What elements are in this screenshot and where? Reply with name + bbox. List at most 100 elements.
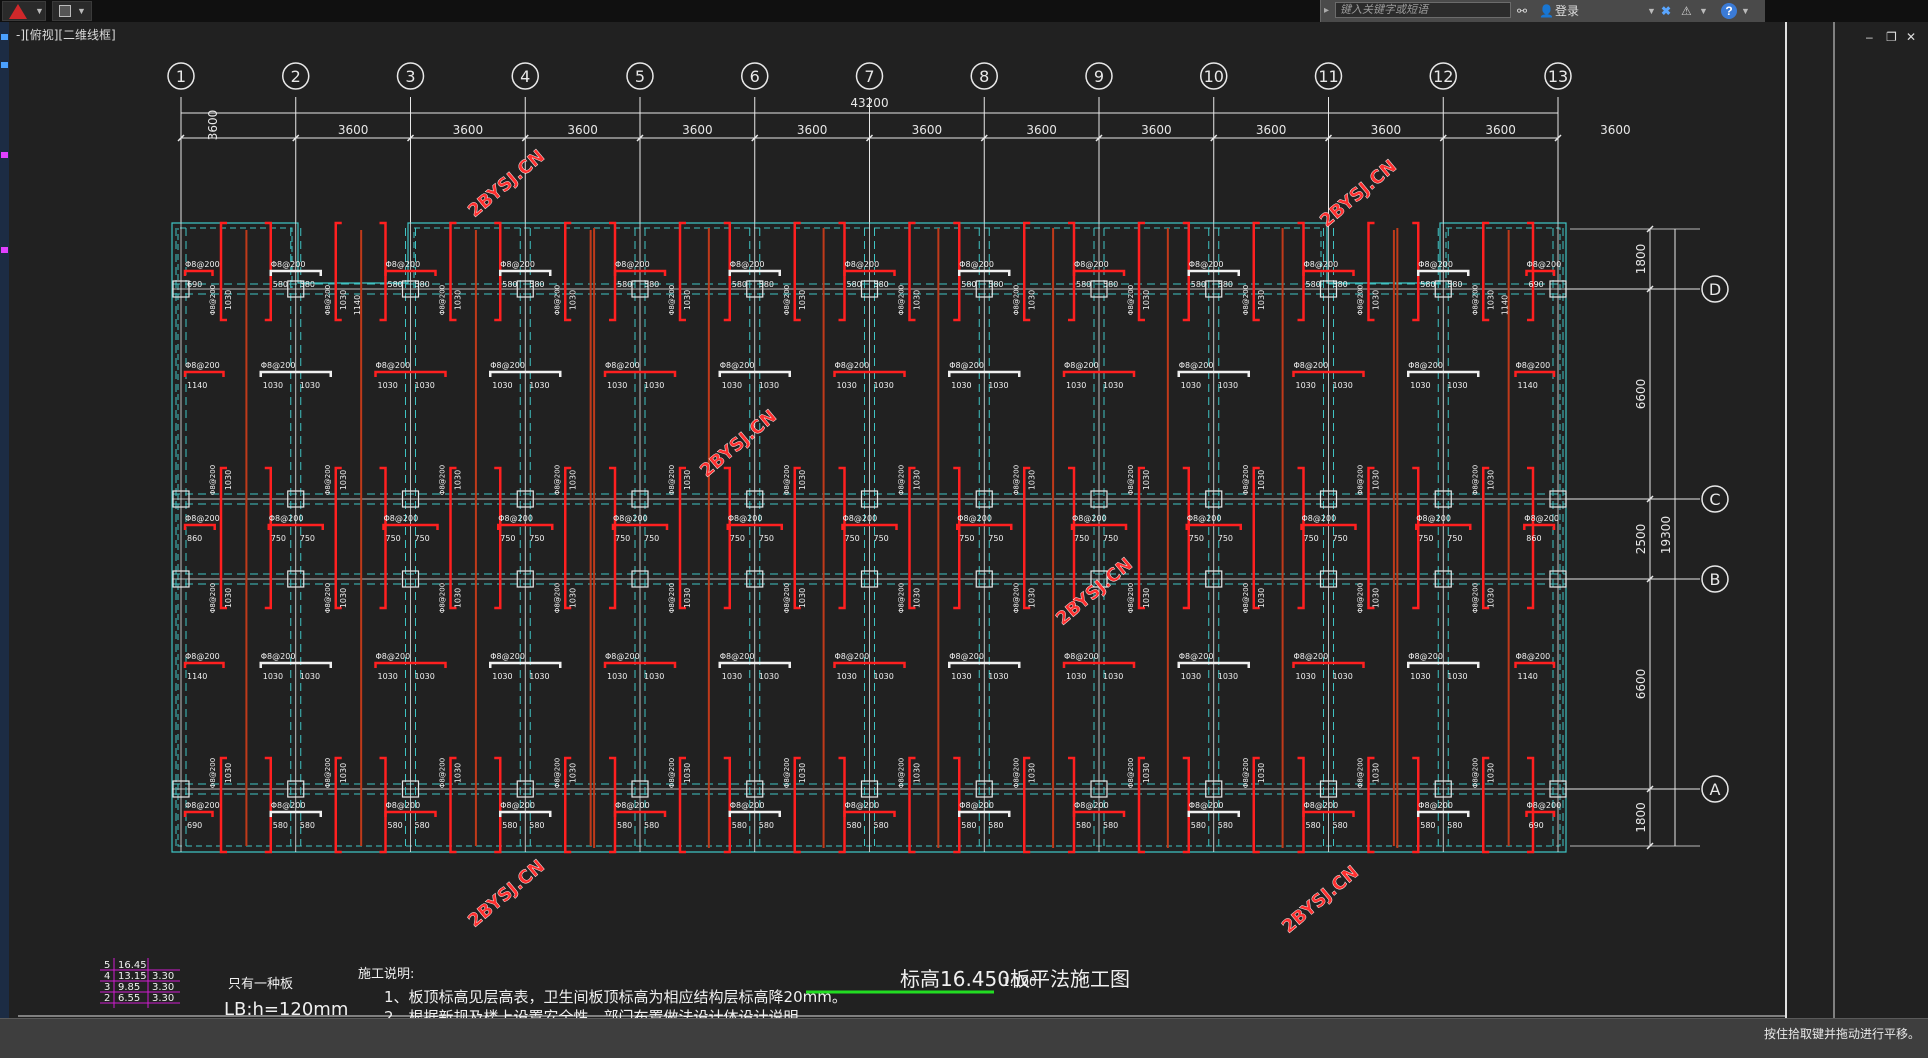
rebar-length: 1030	[339, 588, 348, 608]
rebar-length: 750	[1333, 534, 1348, 543]
rebar-length: 750	[1304, 534, 1319, 543]
rebar-length: 1030	[378, 381, 398, 390]
drawing-scale: 1:100	[1002, 975, 1037, 989]
rebar-length: 580	[1103, 821, 1118, 830]
search-input[interactable]	[1335, 2, 1511, 18]
rebar-spec: Φ8@200	[1179, 652, 1214, 661]
rebar-spec: Φ8@200	[1187, 514, 1222, 523]
rebar-length: 1030	[224, 588, 233, 608]
rebar-length: 580	[529, 280, 544, 289]
login-button[interactable]: 登录	[1555, 3, 1579, 19]
rebar-spec: Φ8@200	[1357, 285, 1365, 315]
rebar-length: 580	[1218, 280, 1233, 289]
exchange-icon[interactable]: ✖	[1661, 3, 1671, 19]
rebar-length: 1030	[568, 588, 577, 608]
rebar-spec: Φ8@200	[500, 260, 535, 269]
rebar-length: 1030	[1103, 381, 1123, 390]
rebar-length: 580	[732, 821, 747, 830]
rebar-spec: Φ8@200	[615, 801, 650, 810]
rebar-spec: Φ8@200	[376, 652, 411, 661]
dimension-span: 3600	[1600, 123, 1631, 137]
rebar-length: 1030	[951, 381, 971, 390]
rebar-length: 580	[644, 280, 659, 289]
chevron-down-icon[interactable]: ▼	[1741, 3, 1750, 19]
rebar-spec: Φ8@200	[720, 361, 755, 370]
rebar-top	[183, 269, 214, 276]
dimension-span: 3600	[1141, 123, 1172, 137]
rebar-length: 1030	[1410, 672, 1430, 681]
rebar-length: 580	[732, 280, 747, 289]
rebar-length: 750	[500, 534, 515, 543]
binoculars-icon[interactable]: ⚯	[1517, 3, 1527, 19]
rebar-length: 580	[847, 821, 862, 830]
rebar-length: 580	[273, 280, 288, 289]
rebar-length: 580	[644, 821, 659, 830]
dimension-span: 6600	[1634, 669, 1648, 700]
rebar-length: 1030	[607, 381, 627, 390]
rebar-length: 1030	[263, 381, 283, 390]
rebar-length: 1030	[1218, 381, 1238, 390]
rebar-spec: Φ8@200	[209, 758, 217, 788]
help-icon[interactable]: ?	[1721, 3, 1737, 19]
rebar-length: 1030	[1333, 381, 1353, 390]
table-elevation: 16.45	[118, 960, 147, 971]
rebar-length: 750	[845, 534, 860, 543]
rebar-length: 750	[415, 534, 430, 543]
rebar-length: 860	[1526, 534, 1541, 543]
rebar-length: 1030	[415, 381, 435, 390]
dimension-span: 2500	[1634, 524, 1648, 555]
rebar-spec: Φ8@200	[949, 652, 984, 661]
axis-number: 5	[635, 67, 645, 86]
dimension-span: 3600	[206, 110, 220, 141]
drawing-canvas[interactable]: 1 2 3 4 5 6 7 8 9 10 11 12 13432003600 3600 3600 3600 36…	[0, 22, 1928, 1018]
axis-letter: D	[1709, 280, 1721, 299]
rebar-spec: Φ8@200	[845, 801, 880, 810]
rebar-spec: Φ8@200	[1294, 361, 1329, 370]
rebar-length: 1030	[454, 763, 463, 783]
rebar-length: 750	[959, 534, 974, 543]
rebar-spec: Φ8@200	[668, 285, 676, 315]
rebar-spec: Φ8@200	[730, 801, 765, 810]
rebar-spec: Φ8@200	[1471, 285, 1479, 315]
application-menu-button[interactable]: ▼	[2, 1, 46, 21]
rebar-spec: Φ8@200	[209, 465, 217, 495]
rebar-length: 1030	[798, 290, 807, 310]
rebar-length: 1140	[187, 672, 207, 681]
rebar-spec: Φ8@200	[324, 465, 332, 495]
rebar-top	[183, 370, 225, 377]
rebar-spec: Φ8@200	[324, 285, 332, 315]
rebar-length: 580	[1420, 280, 1435, 289]
chevron-down-icon[interactable]: ▼	[1647, 3, 1656, 19]
rebar-length: 580	[273, 821, 288, 830]
rebar-length: 1030	[339, 290, 348, 310]
rebar-length: 1030	[988, 672, 1008, 681]
dimension-span: 1800	[1634, 802, 1648, 833]
rebar-length: 1030	[224, 763, 233, 783]
rebar-length: 1140	[353, 295, 362, 315]
rebar-spec: Φ8@200	[1516, 652, 1551, 661]
rebar-length: 1030	[568, 470, 577, 490]
rebar-length: 690	[187, 821, 202, 830]
rebar-spec: Φ8@200	[376, 361, 411, 370]
rebar-spec: Φ8@200	[324, 583, 332, 613]
rebar-spec: Φ8@200	[1127, 465, 1135, 495]
quick-access-toolbar[interactable]: ▼	[52, 1, 92, 21]
title-bar: ▼ ▼ ▸ ⚯ 👤 登录 ▼ ✖ ⚠ ▼ ? ▼	[0, 0, 1928, 22]
rebar-spec: Φ8@200	[185, 652, 220, 661]
rebar-top	[1523, 523, 1556, 530]
table-elevation: 9.85	[118, 982, 140, 993]
rebar-length: 1030	[683, 588, 692, 608]
watermark-text: 2BYSJ.CN	[1278, 862, 1363, 938]
chevron-down-icon[interactable]: ▼	[1699, 3, 1708, 19]
save-icon[interactable]	[59, 5, 71, 17]
expand-arrow-icon[interactable]: ▸	[1324, 3, 1329, 19]
stay-connected-icon[interactable]: ⚠	[1681, 3, 1692, 19]
rebar-spec: Φ8@200	[1012, 758, 1020, 788]
rebar-length: 1030	[913, 290, 922, 310]
rebar-spec: Φ8@200	[553, 465, 561, 495]
rebar-length: 1030	[1257, 588, 1266, 608]
user-icon[interactable]: 👤	[1539, 3, 1554, 19]
axis-number: 4	[520, 67, 530, 86]
rebar-length: 580	[961, 280, 976, 289]
rebar-length: 1030	[300, 381, 320, 390]
